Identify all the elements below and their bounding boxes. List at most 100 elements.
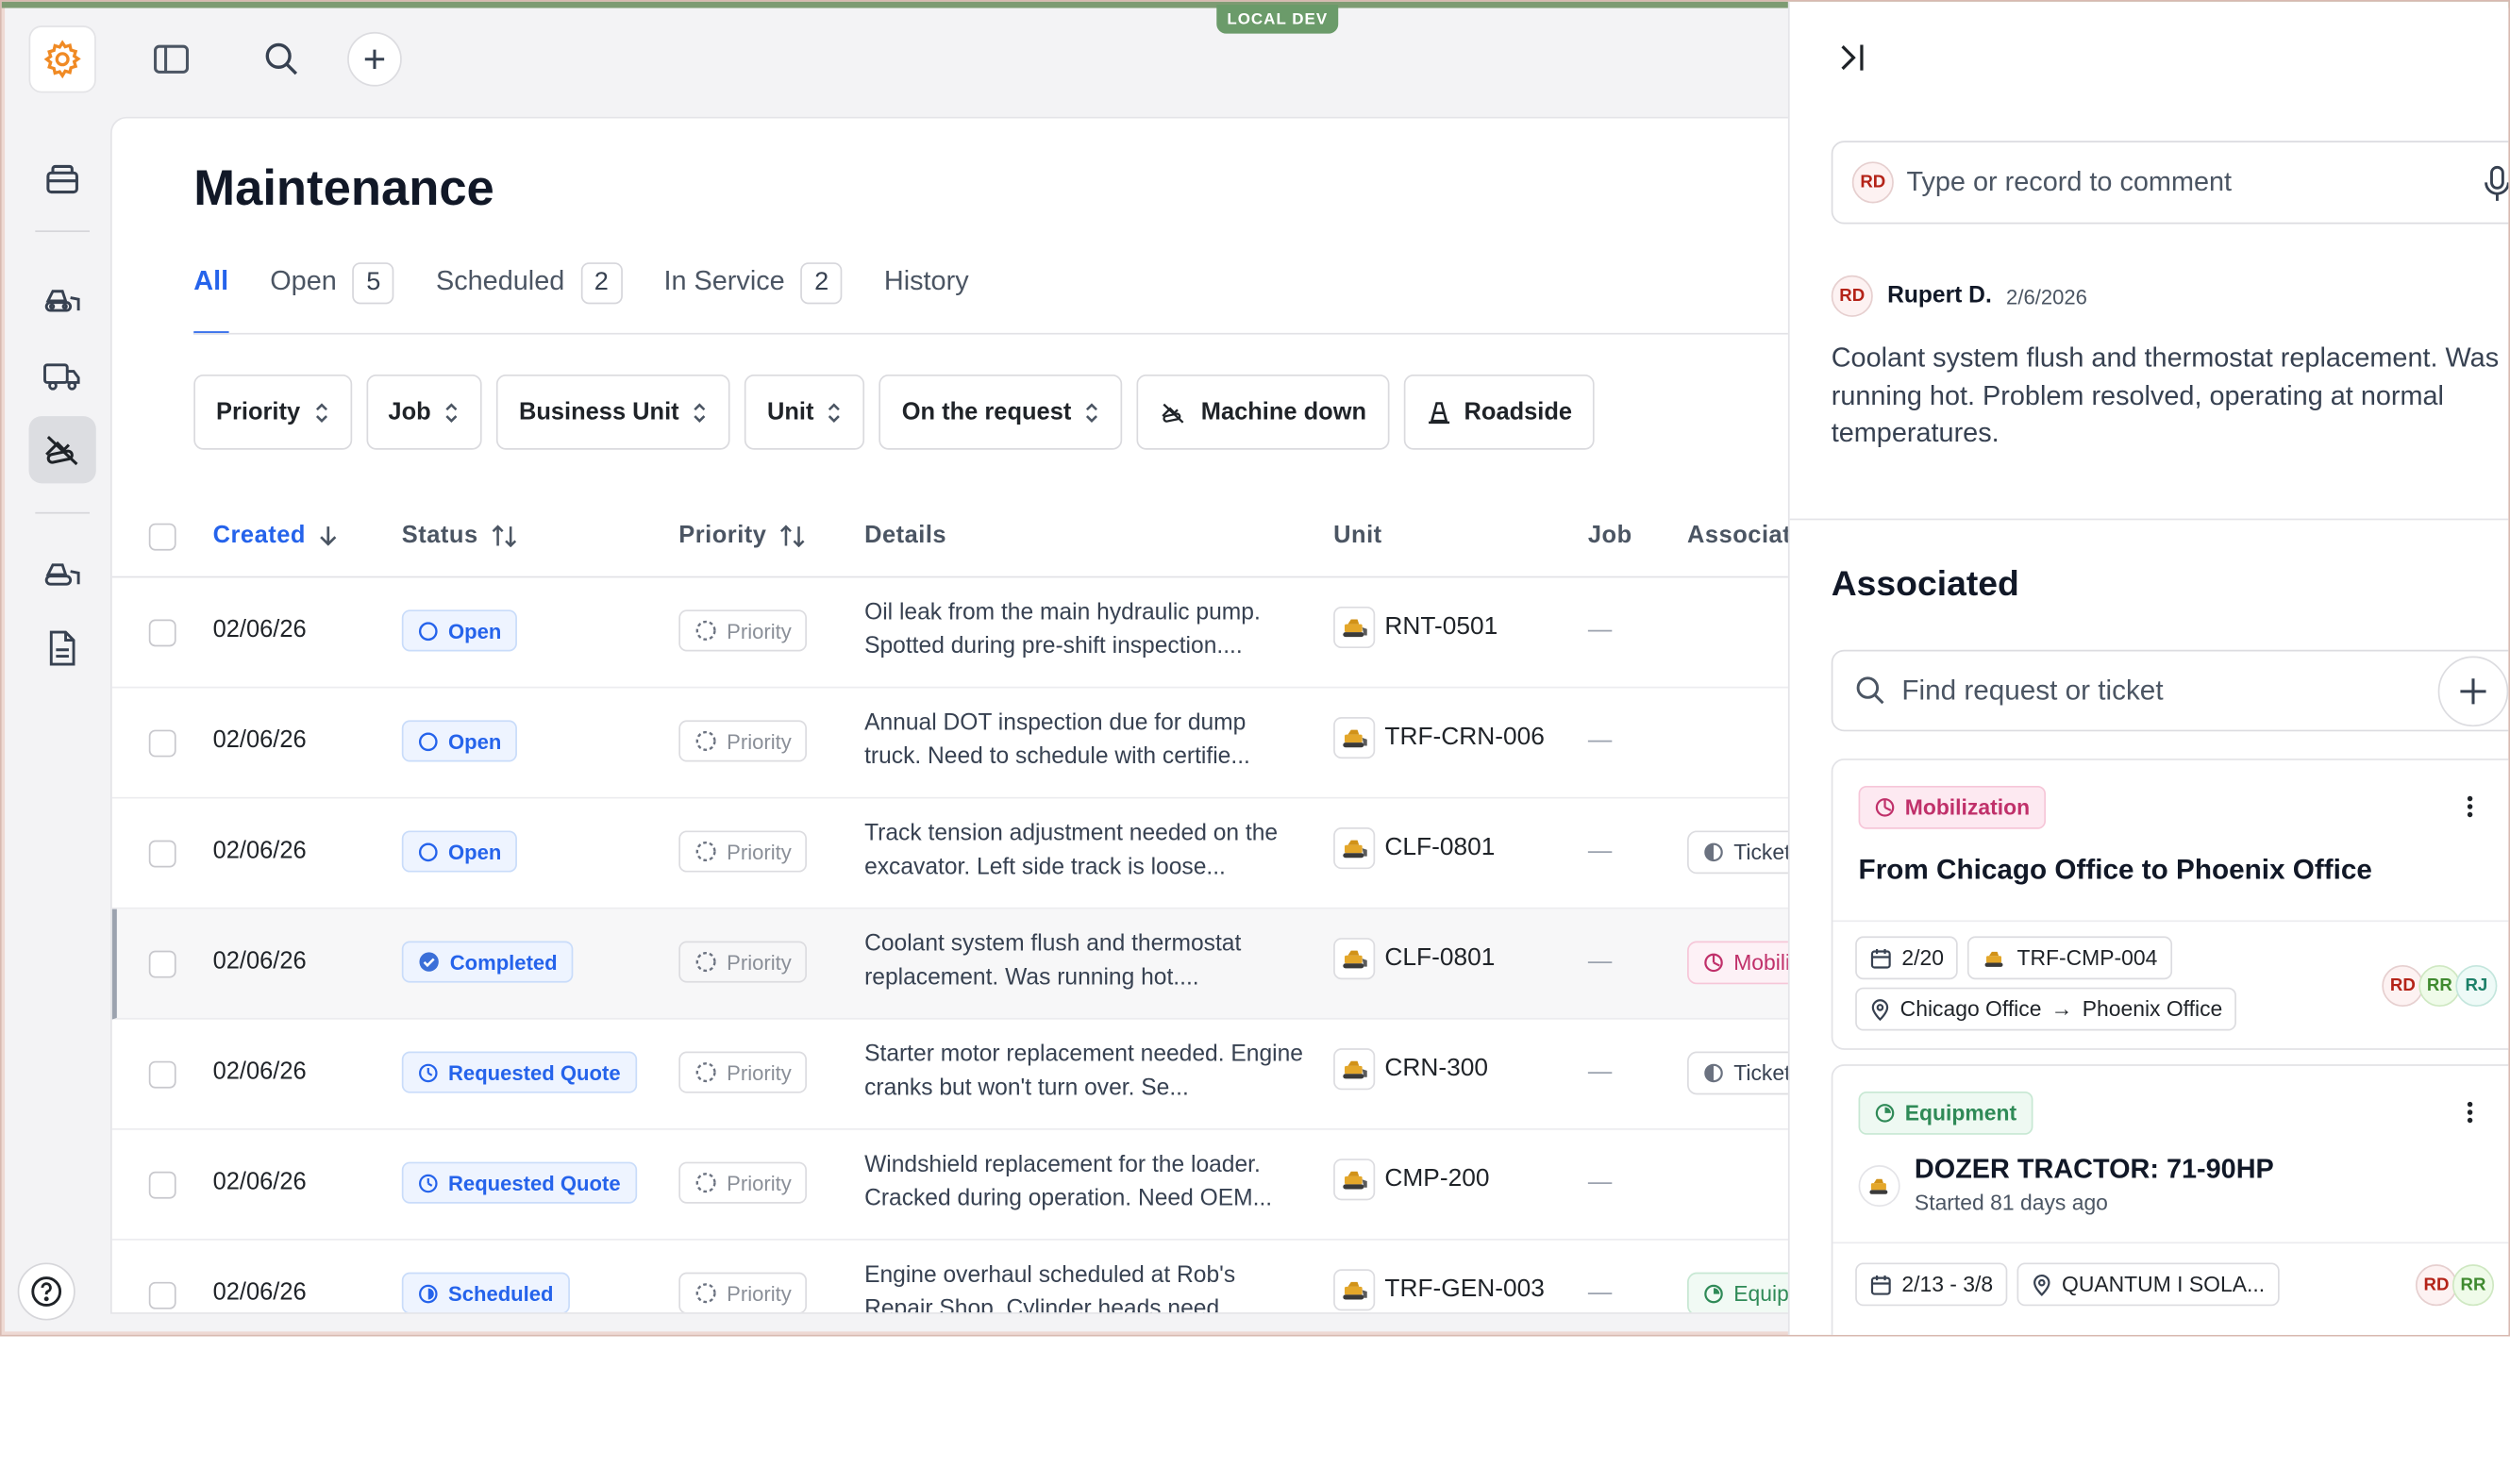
row-checkbox[interactable] (148, 1171, 176, 1199)
priority-label: Priority (727, 1280, 792, 1306)
priority-badge[interactable]: Priority (678, 720, 808, 762)
status-label: Completed (449, 949, 558, 975)
priority-badge[interactable]: Priority (678, 1161, 808, 1204)
add-association-button[interactable] (2437, 656, 2509, 727)
rail-item-inventory[interactable] (29, 145, 96, 212)
tab-open[interactable]: Open 5 (270, 259, 394, 335)
sort-updown-icon (828, 402, 841, 423)
select-all-checkbox[interactable] (148, 523, 176, 551)
check-circle-icon (419, 952, 439, 972)
unit-cell[interactable]: CMP-200 (1333, 1159, 1489, 1201)
tab-all[interactable]: All (193, 259, 229, 335)
mobilization-card[interactable]: Mobilization From Chicago Office to Phoe… (1831, 759, 2509, 1050)
table-row[interactable]: 02/06/26 Open Priority Track tension adj… (111, 799, 1794, 909)
rail-item-trucks[interactable] (29, 342, 96, 409)
card-menu-button[interactable] (2467, 1101, 2473, 1131)
record-button[interactable] (2483, 165, 2509, 211)
priority-badge[interactable]: Priority (678, 941, 808, 983)
assignee-avatars: RD RR (2415, 1264, 2495, 1307)
table-row-selected[interactable]: 02/06/26 Completed Priority Coolant syst… (111, 909, 1794, 1020)
table-row[interactable]: 02/06/26 Requested Quote Priority Starte… (111, 1020, 1794, 1130)
table-row[interactable]: 02/06/26 Requested Quote Priority Windsh… (111, 1130, 1794, 1241)
unit-cell[interactable]: RNT-0501 (1333, 606, 1498, 649)
unit-cell[interactable]: TRF-GEN-003 (1333, 1269, 1545, 1311)
location-pin-icon (1871, 998, 1889, 1021)
rail-item-equipment[interactable] (29, 267, 96, 334)
filter-business-unit[interactable]: Business Unit (496, 374, 730, 450)
unit-cell[interactable]: CLF-0801 (1333, 827, 1495, 870)
table-row[interactable]: 02/06/26 Scheduled Priority Engine overh… (112, 1241, 1794, 1313)
filter-roadside[interactable]: Roadside (1403, 374, 1595, 450)
row-checkbox[interactable] (148, 1060, 176, 1089)
app-logo[interactable] (28, 25, 96, 93)
row-checkbox[interactable] (148, 840, 176, 868)
mobilization-title: From Chicago Office to Phoenix Office (1858, 853, 2372, 886)
request-details: Track tension adjustment needed on the e… (864, 821, 1279, 881)
associated-ticket-chip[interactable]: Ticket (1687, 1051, 1794, 1095)
unit-cell[interactable]: CRN-300 (1333, 1048, 1488, 1091)
chip-label: TRF-CMP-004 (2016, 945, 2158, 971)
row-checkbox[interactable] (148, 619, 176, 647)
filter-job[interactable]: Job (365, 374, 482, 450)
search-button[interactable] (255, 32, 310, 87)
tab-label: Scheduled (435, 265, 565, 296)
priority-badge[interactable]: Priority (678, 830, 808, 873)
help-icon (31, 1276, 62, 1307)
filter-priority[interactable]: Priority (193, 374, 352, 450)
sort-updown-icon (445, 402, 458, 423)
tab-count: 2 (800, 262, 843, 305)
unit-cell[interactable]: CLF-0801 (1333, 938, 1495, 980)
filter-unit[interactable]: Unit (745, 374, 865, 450)
column-status[interactable]: Status (402, 522, 517, 549)
unit-cell[interactable]: TRF-CRN-006 (1333, 717, 1545, 759)
assignee-avatars: RD RR RJ (2382, 964, 2498, 1008)
rail-separator (35, 511, 91, 514)
rail-item-fleet[interactable] (29, 541, 96, 608)
equipment-badge: Equipment (1858, 1091, 2033, 1135)
help-button[interactable] (17, 1262, 75, 1321)
equipment-card[interactable]: Equipment DOZER TRACTOR: 71-90HP Started… (1831, 1064, 2509, 1335)
table-row[interactable]: 02/06/26 Open Priority Annual DOT inspec… (111, 688, 1794, 799)
associated-mobilization-chip[interactable]: Mobili (1687, 941, 1794, 985)
row-checkbox[interactable] (148, 950, 176, 978)
column-priority[interactable]: Priority (678, 522, 805, 549)
rail-separator (35, 230, 91, 232)
tab-in-service[interactable]: In Service 2 (663, 259, 843, 335)
card-menu-button[interactable] (2467, 795, 2473, 825)
row-checkbox[interactable] (148, 729, 176, 758)
filter-bar: Priority Job Business Unit Unit On the r… (193, 374, 1595, 450)
priority-badge[interactable]: Priority (678, 1272, 808, 1313)
rail-item-documents[interactable] (29, 614, 96, 681)
create-button[interactable] (347, 31, 402, 87)
traffic-cone-icon (1428, 401, 1449, 424)
date-range-chip: 2/13 - 3/8 (1855, 1262, 2008, 1307)
tab-scheduled[interactable]: Scheduled 2 (435, 259, 623, 335)
environment-badge: LOCAL DEV (1216, 5, 1339, 34)
sidebar-toggle-button[interactable] (144, 32, 199, 87)
tab-count: 5 (352, 262, 394, 305)
filter-on-the-request[interactable]: On the request (879, 374, 1123, 450)
priority-badge[interactable]: Priority (678, 1051, 808, 1093)
chip-label: 2/20 (1901, 945, 1944, 971)
associated-equipment-chip[interactable]: Equip (1687, 1272, 1794, 1313)
route-chip: Chicago Office → Phoenix Office (1855, 987, 2237, 1031)
row-checkbox[interactable] (148, 1281, 176, 1309)
find-request-input[interactable]: Find request or ticket (1831, 649, 2509, 732)
table-row[interactable]: 02/06/26 Open Priority Oil leak from the… (111, 577, 1794, 689)
tab-history[interactable]: History (884, 259, 969, 335)
collapse-panel-button[interactable] (1834, 40, 1869, 83)
unit-chip[interactable]: TRF-CMP-004 (1966, 936, 2172, 980)
associated-ticket-chip[interactable]: Ticket (1687, 830, 1794, 875)
filter-machine-down[interactable]: Machine down (1136, 374, 1389, 450)
column-created[interactable]: Created (213, 522, 338, 549)
half-circle-icon (1704, 1063, 1723, 1083)
comment-input[interactable]: RD Type or record to comment (1831, 141, 2509, 225)
sidebar-toggle-icon (154, 44, 190, 74)
avatar: RD (1851, 161, 1894, 204)
status-badge: Open (401, 830, 518, 873)
priority-badge[interactable]: Priority (678, 609, 808, 652)
status-label: Requested Quote (448, 1059, 621, 1085)
status-label: Scheduled (448, 1280, 554, 1306)
calendar-icon (1870, 1275, 1891, 1294)
rail-item-maintenance[interactable] (28, 416, 96, 484)
